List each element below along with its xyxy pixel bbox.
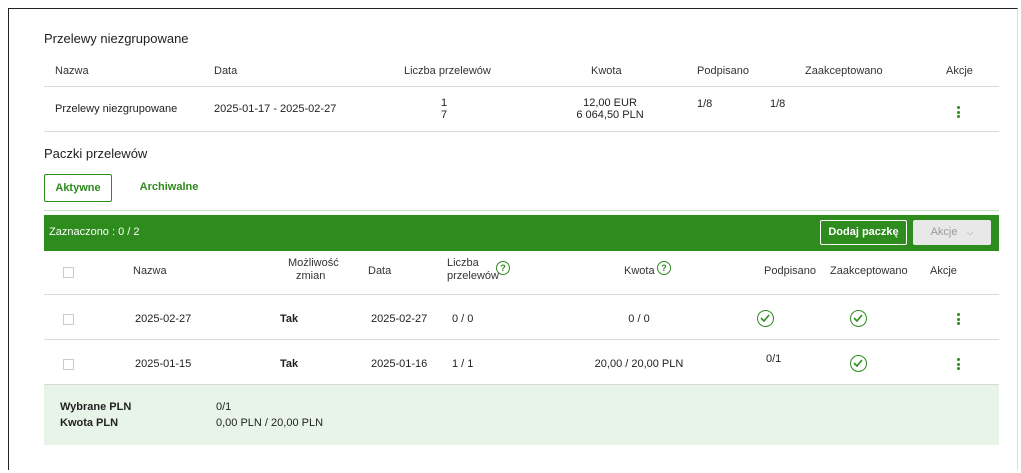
divider bbox=[44, 86, 999, 87]
row-mozliwosc: Tak bbox=[280, 358, 299, 370]
col-akcje-header: Akcje bbox=[946, 65, 973, 77]
row-liczba-2: 7 bbox=[441, 109, 448, 121]
summary-value-wybrane: 0/1 bbox=[216, 401, 232, 413]
col-nazwa-header: Nazwa bbox=[55, 65, 89, 77]
tab-archiwalne[interactable]: Archiwalne bbox=[134, 174, 204, 202]
row-data: 2025-01-16 bbox=[371, 358, 428, 370]
col-liczba-header-1: Liczba bbox=[447, 257, 479, 269]
selected-count: Zaznaczono : 0 / 2 bbox=[49, 226, 140, 238]
row-data: 2025-01-17 - 2025-02-27 bbox=[214, 103, 337, 115]
col-data-header: Data bbox=[368, 265, 392, 277]
row-kwota-2: 6 064,50 PLN bbox=[576, 109, 644, 121]
col-akcje-header: Akcje bbox=[930, 265, 957, 277]
summary-panel: Wybrane PLN 0/1 Kwota PLN 0,00 PLN / 20,… bbox=[44, 385, 999, 445]
row-liczba: 0 / 0 bbox=[452, 313, 474, 325]
col-mozliwosc-header-1: Możliwość bbox=[288, 257, 339, 269]
row-podpisano: 0/1 bbox=[766, 353, 782, 365]
chevron-down-icon: ⌵ bbox=[966, 227, 974, 237]
summary-label-wybrane: Wybrane PLN bbox=[60, 401, 132, 413]
col-kwota-header: Kwota bbox=[624, 265, 655, 277]
tab-aktywne[interactable]: Aktywne bbox=[44, 174, 112, 202]
col-liczba-header-2: przelewów bbox=[447, 270, 499, 282]
row-checkbox[interactable] bbox=[63, 359, 74, 370]
col-podpisano-header: Podpisano bbox=[764, 265, 816, 277]
actions-dropdown-label: Akcje bbox=[930, 226, 958, 238]
col-data-header: Data bbox=[214, 65, 238, 77]
select-all-checkbox[interactable] bbox=[63, 267, 74, 278]
divider bbox=[44, 131, 999, 132]
check-circle-icon bbox=[850, 355, 867, 372]
check-circle-icon bbox=[850, 310, 867, 327]
col-nazwa-header: Nazwa bbox=[133, 265, 167, 277]
add-package-button[interactable]: Dodaj paczkę bbox=[820, 220, 907, 245]
summary-value-kwota: 0,00 PLN / 20,00 PLN bbox=[216, 417, 324, 429]
row-kwota-1: 12,00 EUR bbox=[583, 97, 637, 109]
col-zaakceptowano-header: Zaakceptowano bbox=[805, 65, 883, 77]
divider bbox=[44, 210, 999, 211]
row-nazwa: 2025-01-15 bbox=[135, 358, 192, 370]
divider bbox=[44, 339, 999, 340]
help-icon[interactable]: ? bbox=[657, 261, 671, 275]
row-liczba-1: 1 bbox=[441, 97, 448, 109]
row-liczba: 1 / 1 bbox=[452, 358, 474, 370]
row-kwota: 0 / 0 bbox=[628, 313, 650, 325]
actions-dropdown[interactable]: Akcje ⌵ bbox=[913, 220, 991, 245]
col-liczba-header: Liczba przelewów bbox=[404, 65, 491, 77]
divider bbox=[44, 294, 999, 295]
row-nazwa: 2025-02-27 bbox=[135, 313, 192, 325]
page-frame: Przelewy niezgrupowane Nazwa Data Liczba… bbox=[8, 8, 1018, 470]
col-kwota-header: Kwota bbox=[591, 65, 622, 77]
row-actions-menu-icon[interactable] bbox=[953, 312, 963, 326]
ungrouped-title: Przelewy niezgrupowane bbox=[44, 31, 189, 46]
row-mozliwosc: Tak bbox=[280, 313, 299, 325]
row-data: 2025-02-27 bbox=[371, 313, 428, 325]
row-zaakceptowano: 1/8 bbox=[770, 98, 786, 110]
row-nazwa: Przelewy niezgrupowane bbox=[55, 103, 178, 115]
check-circle-icon bbox=[757, 310, 774, 327]
packages-title: Paczki przelewów bbox=[44, 146, 148, 161]
help-icon[interactable]: ? bbox=[496, 261, 510, 275]
row-kwota: 20,00 / 20,00 PLN bbox=[594, 358, 684, 370]
summary-label-kwota: Kwota PLN bbox=[60, 417, 119, 429]
row-podpisano: 1/8 bbox=[697, 98, 713, 110]
col-podpisano-header: Podpisano bbox=[697, 65, 749, 77]
row-checkbox[interactable] bbox=[63, 314, 74, 325]
packages-toolbar: Zaznaczono : 0 / 2 Dodaj paczkę Akcje ⌵ bbox=[44, 215, 999, 251]
row-actions-menu-icon[interactable] bbox=[953, 357, 963, 371]
row-actions-menu-icon[interactable] bbox=[953, 105, 963, 119]
col-mozliwosc-header-2: zmian bbox=[296, 270, 326, 282]
col-zaakceptowano-header: Zaakceptowano bbox=[830, 265, 908, 277]
